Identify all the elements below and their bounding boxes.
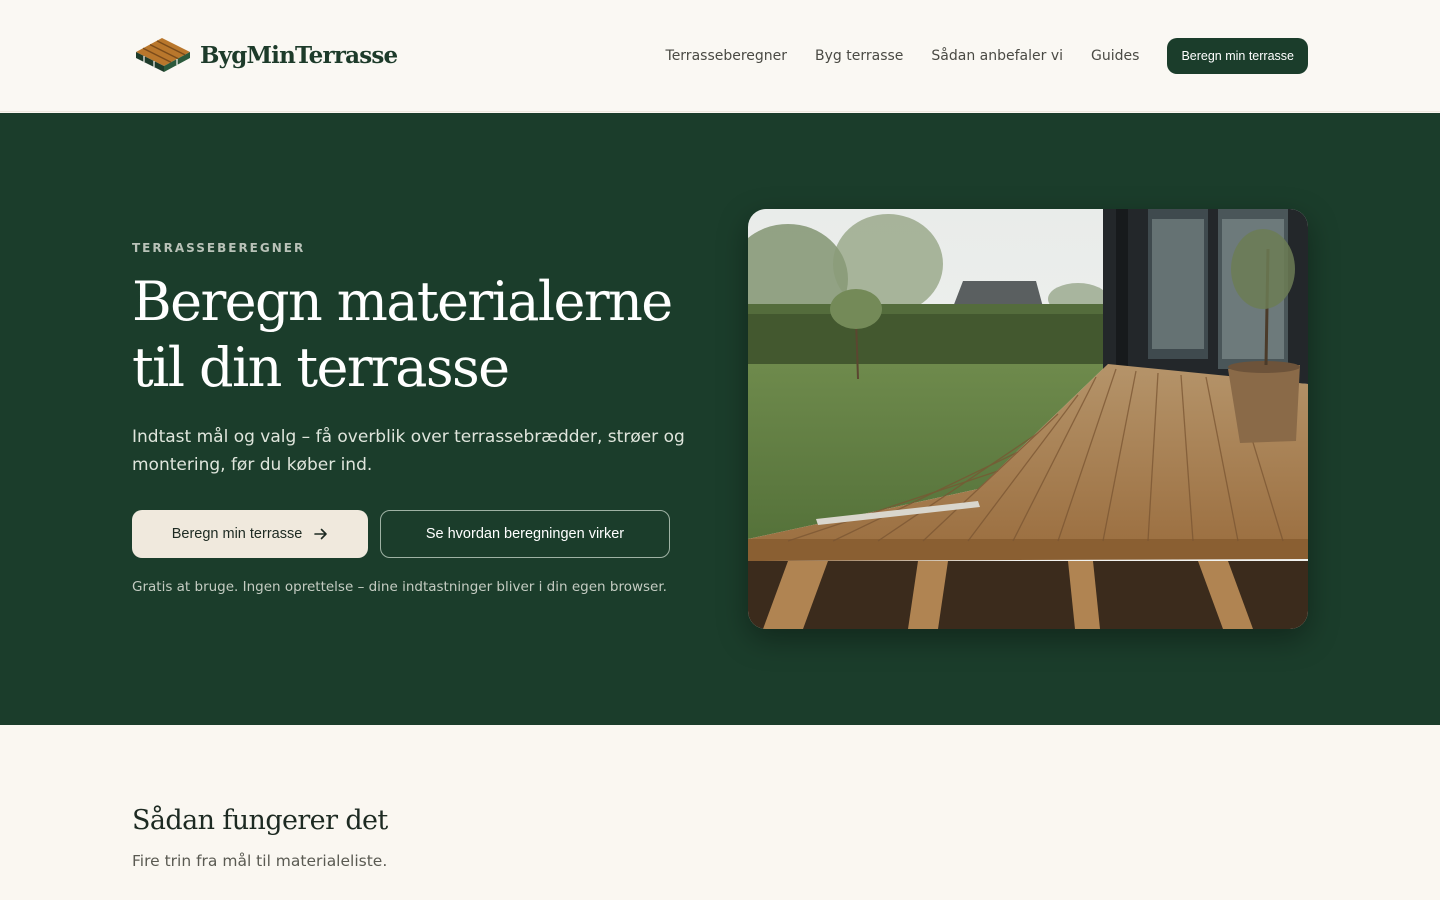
nav-link-terrasseberegner[interactable]: Terrasseberegner [666, 38, 788, 74]
arrow-right-icon [314, 528, 328, 540]
hero-title: Beregn materialerne til din terrasse [132, 270, 673, 399]
nav-link-guides[interactable]: Guides [1091, 38, 1139, 74]
nav-link-saadan-anbefaler-vi[interactable]: Sådan anbefaler vi [931, 38, 1063, 74]
section-title: Sådan fungerer det [132, 805, 388, 836]
section-subtitle: Fire trin fra mål til materialeliste. [132, 852, 388, 870]
hero-eyebrow: TERRASSEBEREGNER [132, 241, 306, 255]
how-calculation-works-button[interactable]: Se hvordan beregningen virker [380, 510, 670, 558]
site-header: BygMinTerrasse Terrasseberegner Byg terr… [0, 0, 1440, 112]
wooden-deck-illustration [748, 209, 1308, 629]
how-it-works-section: Sådan fungerer det Fire trin fra mål til… [0, 725, 1440, 900]
deck-boards-logo-icon [136, 38, 190, 72]
brand-logo[interactable]: BygMinTerrasse [134, 36, 398, 74]
header-cta-button[interactable]: Beregn min terrasse [1167, 38, 1308, 74]
calculate-terrace-button-label: Beregn min terrasse [171, 526, 303, 542]
nav-link-byg-terrasse[interactable]: Byg terrasse [815, 38, 903, 74]
hero-note: Gratis at bruge. Ingen oprettelse – dine… [132, 579, 667, 595]
hero-subtitle: Indtast mål og valg – få overblik over t… [132, 427, 685, 475]
hero-section: TERRASSEBEREGNER Beregn materialerne til… [0, 113, 1440, 725]
brand-name: BygMinTerrasse [200, 41, 398, 69]
calculate-terrace-button[interactable]: Beregn min terrasse [132, 510, 368, 558]
main-nav: Terrasseberegner Byg terrasse Sådan anbe… [666, 38, 1308, 74]
terrace-photo [748, 209, 1308, 629]
